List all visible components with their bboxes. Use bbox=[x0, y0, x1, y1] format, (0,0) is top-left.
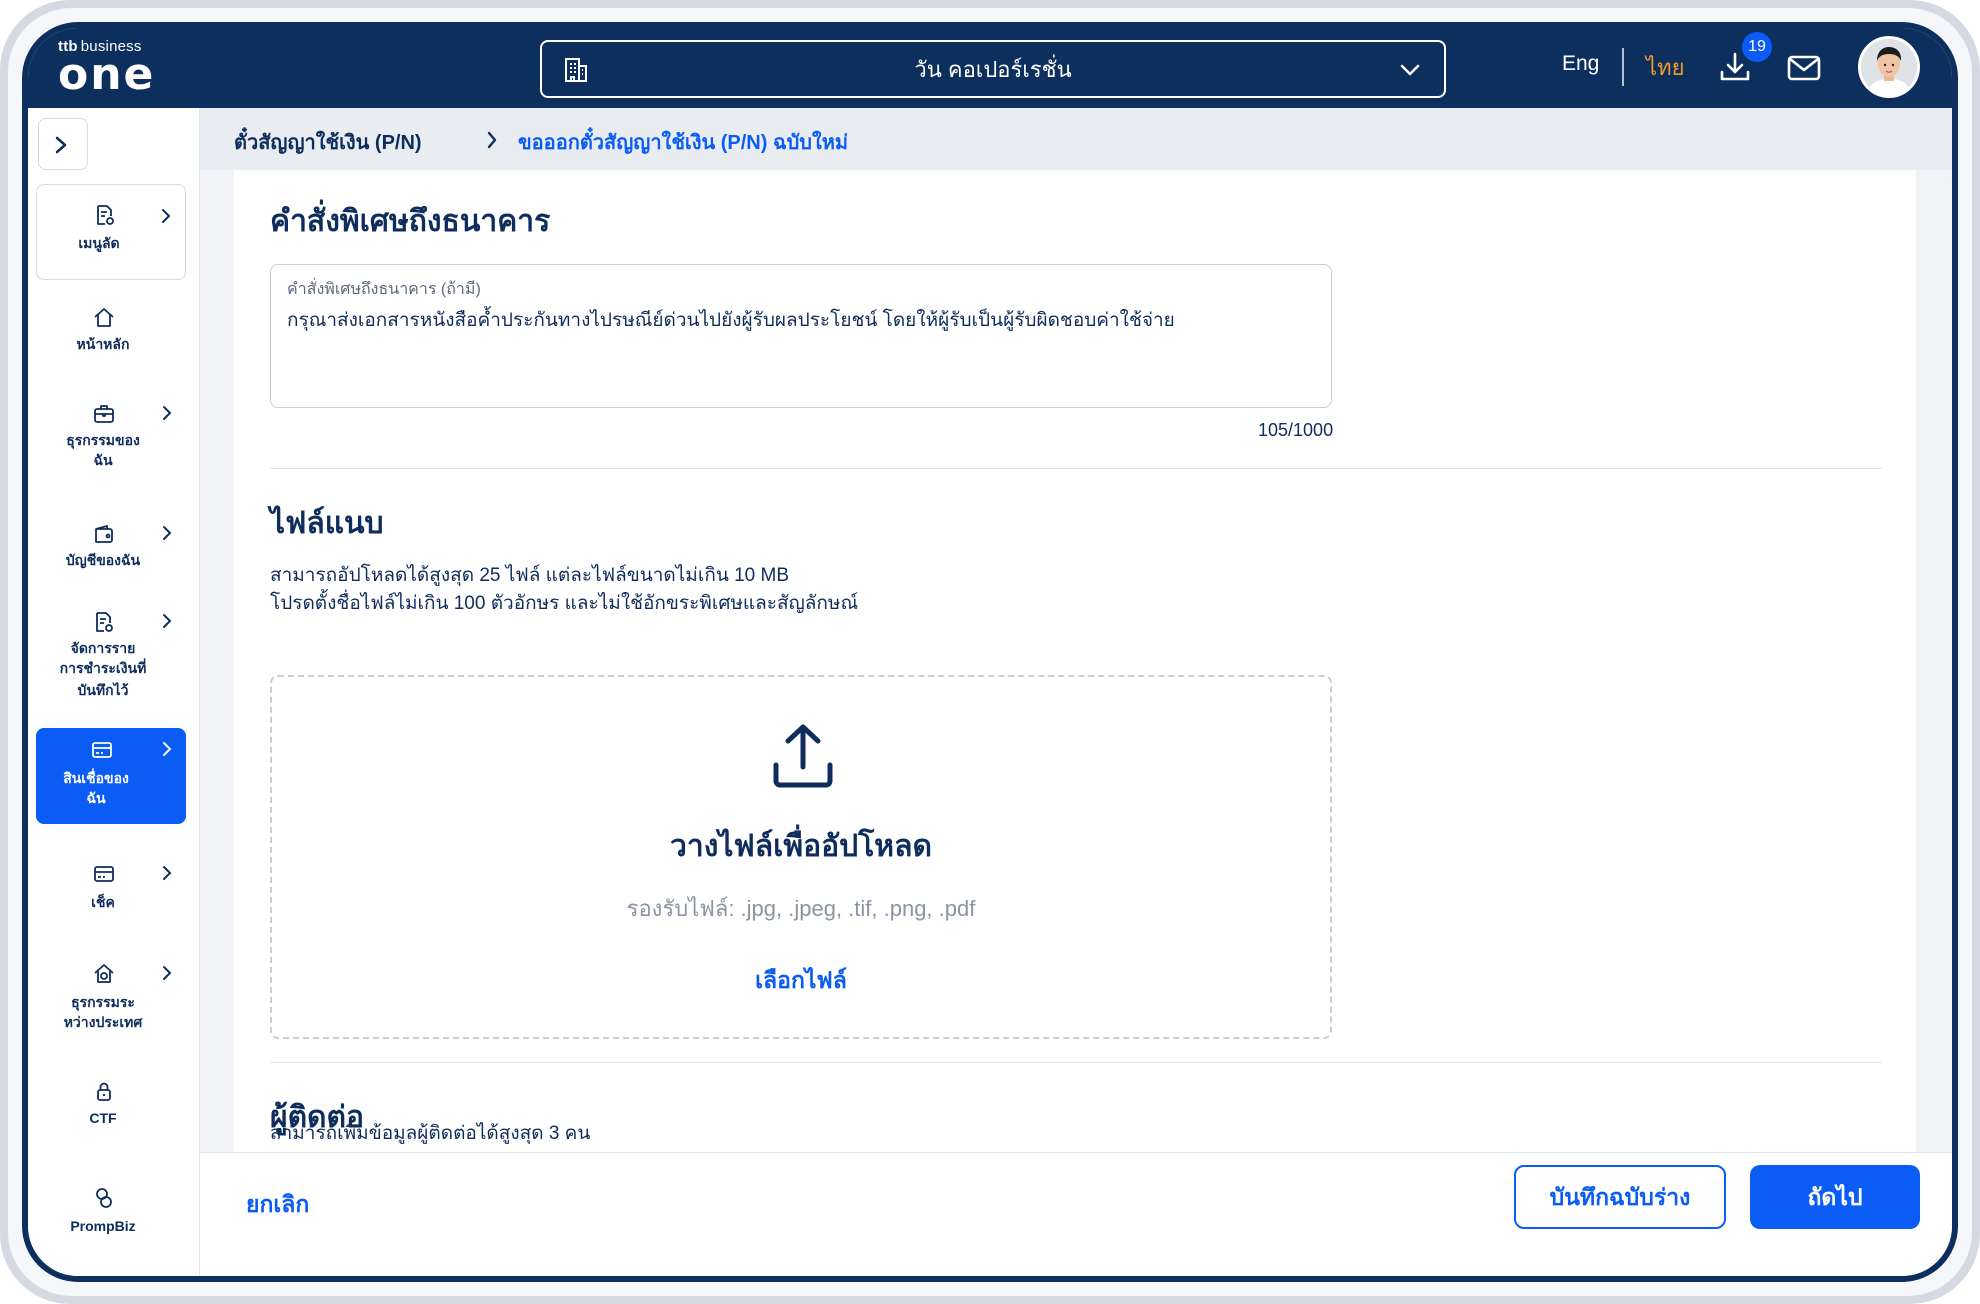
sidebar-item-prompbiz[interactable]: PrompBiz bbox=[36, 1180, 186, 1250]
sidebar-item-saved-payments[interactable]: จัดการราย การชำระเงินที่ บันทึกไว้ bbox=[36, 602, 186, 714]
sidebar-item-shortcut-menu[interactable]: เมนูลัด bbox=[36, 184, 186, 280]
document-settings-icon bbox=[96, 612, 113, 632]
sidebar-item-my-accounts[interactable]: บัญชีของฉัน bbox=[36, 512, 186, 592]
cancel-button[interactable]: ยกเลิก bbox=[246, 1187, 309, 1223]
instruction-section-title: คำสั่งพิเศษถึงธนาคาร bbox=[270, 205, 551, 238]
contact-limit-text: สามารถเพิ่มข้อมูลผู้ติดต่อได้สูงสุด 3 คน bbox=[270, 1123, 591, 1144]
sidebar-item-label: ธุรกรรมของ bbox=[66, 432, 140, 448]
choose-file-link[interactable]: เลือกไฟล์ bbox=[272, 963, 1330, 999]
company-select[interactable]: วัน คอเปอร์เรชั่น bbox=[540, 40, 1446, 98]
chevron-right-icon bbox=[163, 526, 172, 540]
download-count-badge: 19 bbox=[1742, 32, 1772, 62]
special-instruction-value: กรุณาส่งเอกสารหนังสือค้ำประกันทางไปรษณีย… bbox=[287, 310, 1175, 331]
coins-icon bbox=[96, 1188, 112, 1208]
sidebar-item-label: หน้าหลัก bbox=[76, 336, 130, 352]
sidebar-item-ctf[interactable]: CTF bbox=[36, 1072, 186, 1142]
briefcase-icon bbox=[94, 405, 114, 423]
file-dropzone[interactable]: วางไฟล์เพื่ออัปโหลด รองรับไฟล์: .jpg, .j… bbox=[270, 675, 1332, 1039]
sidebar-item-label: PrompBiz bbox=[70, 1218, 136, 1234]
breadcrumb: ตั๋วสัญญาใช้เงิน (P/N) ขอออกตั๋วสัญญาใช้… bbox=[200, 108, 1952, 170]
section-divider bbox=[270, 468, 1882, 469]
sidebar-expand-button[interactable] bbox=[38, 118, 88, 170]
chevron-right-icon bbox=[162, 209, 171, 223]
chevron-right-icon bbox=[163, 614, 172, 628]
chevron-right-icon bbox=[163, 866, 172, 880]
document-settings-icon bbox=[97, 205, 114, 225]
app-logo: ttb business one bbox=[58, 38, 156, 100]
user-avatar[interactable] bbox=[1858, 36, 1920, 98]
sidebar-item-label: ธุรกรรมระ bbox=[71, 994, 135, 1010]
dropzone-accepted-types: รองรับไฟล์: .jpg, .jpeg, .tif, .png, .pd… bbox=[626, 896, 976, 921]
upload-icon bbox=[773, 724, 833, 788]
home-icon bbox=[94, 308, 114, 327]
sidebar-item-my-transactions[interactable]: ธุรกรรมของ ฉัน bbox=[36, 392, 186, 492]
card-icon bbox=[92, 742, 112, 758]
sidebar-item-cheque[interactable]: เช็ค bbox=[36, 852, 186, 932]
sidebar-item-label: สินเชื่อของ bbox=[63, 770, 129, 786]
company-name: วัน คอเปอร์เรชั่น bbox=[914, 56, 1072, 82]
card-icon bbox=[94, 866, 114, 882]
chevron-right-icon bbox=[163, 742, 172, 756]
lang-eng-button[interactable]: Eng bbox=[1562, 52, 1599, 76]
sidebar-item-label: CTF bbox=[89, 1110, 117, 1126]
chevron-right-icon bbox=[487, 131, 497, 149]
sidebar-item-home[interactable]: หน้าหลัก bbox=[36, 294, 186, 374]
attachment-naming-text: โปรดตั้งชื่อไฟล์ไม่เกิน 100 ตัวอักษร และ… bbox=[270, 593, 859, 614]
next-button[interactable]: ถัดไป bbox=[1750, 1165, 1920, 1229]
attachment-limit-text: สามารถอัปโหลดได้สูงสุด 25 ไฟล์ แต่ละไฟล์… bbox=[270, 565, 790, 586]
top-header: ttb business one วัน คอเปอร์เรชั่น Eng ไท… bbox=[28, 28, 1952, 108]
sidebar-item-label-line2: ฉัน bbox=[86, 790, 106, 806]
sidebar-item-label-line2: ฉัน bbox=[93, 452, 113, 468]
sidebar-item-my-loans[interactable]: สินเชื่อของ ฉัน bbox=[36, 728, 186, 824]
lang-thai-button[interactable]: ไทย bbox=[1646, 50, 1684, 85]
special-instruction-textarea[interactable]: คำสั่งพิเศษถึงธนาคาร (ถ้ามี) กรุณาส่งเอก… bbox=[270, 264, 1332, 408]
home-globe-icon bbox=[94, 964, 114, 983]
sidebar-item-international[interactable]: ธุรกรรมระ หว่างประเทศ bbox=[36, 952, 186, 1052]
attachment-section-title: ไฟล์แนบ bbox=[270, 507, 384, 540]
breadcrumb-current: ขอออกตั๋วสัญญาใช้เงิน (P/N) ฉบับใหม่ bbox=[518, 132, 849, 154]
wallet-icon bbox=[95, 525, 113, 543]
sidebar-item-label-line2: การชำระเงินที่ bbox=[59, 660, 147, 676]
building-icon bbox=[565, 58, 587, 82]
chevron-down-icon bbox=[1400, 64, 1420, 76]
avatar-portrait-icon bbox=[1861, 39, 1917, 95]
app-screen: ttb business one วัน คอเปอร์เรชั่น Eng ไท… bbox=[28, 28, 1952, 1276]
chevron-right-icon bbox=[163, 966, 172, 980]
character-counter: 105/1000 bbox=[1258, 420, 1334, 440]
chevron-right-icon bbox=[163, 406, 172, 420]
breadcrumb-parent-link[interactable]: ตั๋วสัญญาใช้เงิน (P/N) bbox=[234, 126, 422, 158]
section-divider bbox=[270, 1062, 1882, 1063]
main-content: คำสั่งพิเศษถึงธนาคาร คำสั่งพิเศษถึงธนาคา… bbox=[200, 170, 1952, 1152]
form-card: คำสั่งพิเศษถึงธนาคาร คำสั่งพิเศษถึงธนาคา… bbox=[234, 170, 1916, 1152]
chevron-right-icon bbox=[55, 136, 67, 154]
save-draft-button[interactable]: บันทึกฉบับร่าง bbox=[1514, 1165, 1726, 1229]
special-instruction-label: คำสั่งพิเศษถึงธนาคาร (ถ้ามี) bbox=[287, 281, 481, 298]
sidebar-item-label: เมนูลัด bbox=[78, 235, 120, 251]
action-footer: ยกเลิก บันทึกฉบับร่าง ถัดไป bbox=[200, 1152, 1952, 1276]
sidebar-item-label-line3: บันทึกไว้ bbox=[77, 682, 129, 698]
sidebar-item-label-line2: หว่างประเทศ bbox=[63, 1014, 143, 1030]
sidebar-item-label: บัญชีของฉัน bbox=[65, 552, 141, 568]
logo-main-text: one bbox=[58, 49, 156, 100]
lock-icon bbox=[97, 1082, 111, 1101]
sidebar-item-label: เช็ค bbox=[91, 894, 115, 910]
mail-icon[interactable] bbox=[1786, 54, 1822, 82]
sidebar: เมนูลัด หน้าหลัก ธุรกรรมของ ฉัน บัญชีของ… bbox=[28, 108, 200, 1276]
lang-divider bbox=[1622, 48, 1624, 86]
dropzone-title: วางไฟล์เพื่ออัปโหลด bbox=[670, 830, 932, 863]
sidebar-item-label: จัดการราย bbox=[70, 640, 136, 656]
